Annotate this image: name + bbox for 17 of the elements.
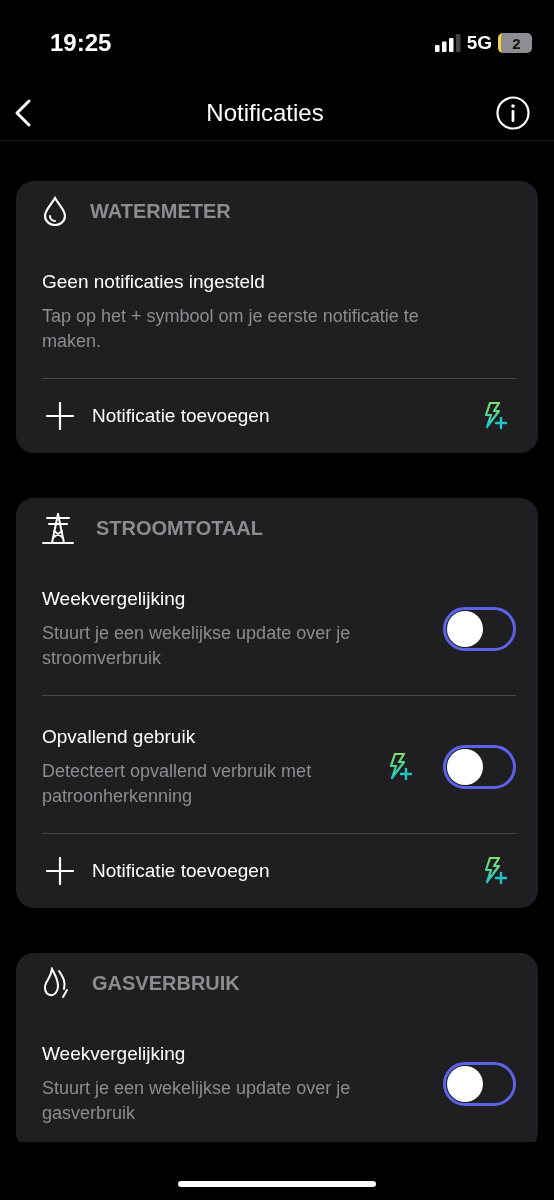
screen-title: Notificaties [205,99,325,127]
add-notification-button[interactable]: Notificatie toevoegen [46,402,270,430]
notification-description: Detecteert opvallend verbruik met patroonherkenning [42,760,313,808]
section-title: WATERMETER [90,199,231,223]
network-type: 5G [466,32,492,54]
notification-title: Weekvergelijking [42,1042,187,1066]
section-title: GASVERBRUIK [92,971,240,995]
notification-description: Stuurt je een wekelijkse update over je gasverbruik [42,1077,352,1125]
notification-description: Tap op het + symbool om je eerste notificatie te maken. [42,305,420,353]
clock-time: 19:25 [50,29,113,57]
notification-description: Stuurt je een wekelijkse update over je stroomverbruik [42,622,352,670]
notification-title: Opvallend gebruik [42,725,197,749]
battery-indicator: 2 [498,33,532,53]
notification-title: Geen notificaties ingesteld [42,270,266,294]
notification-title: Weekvergelijking [42,587,187,611]
section-title: STROOMTOTAAL [96,516,264,540]
add-notification-button[interactable]: Notificatie toevoegen [46,857,270,885]
